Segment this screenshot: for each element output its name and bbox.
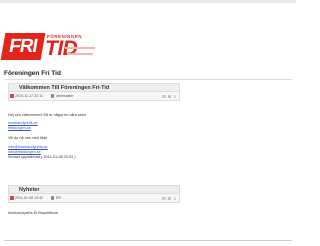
top-bar [0,0,296,3]
link-mail-fritidungen[interactable]: info@fritidungen.se [8,150,41,155]
link-mail-innebandy[interactable]: info@innebandyrelis.se [8,145,48,150]
page-title: Föreningen Fri Tid [4,70,61,77]
post-author: webmaster [56,94,74,98]
post-meta: 2010-11-17 22:11 webmaster ⊟ ✉ ⇩ [8,92,180,101]
post-news: Nyheter 2011-01-08 19:42 ER ⊟ ✉ ⇩ [8,185,180,203]
post-date: 2011-01-08 19:42 [15,196,44,200]
post-title[interactable]: Välkommen Till Föreningen Fri-Tid [19,85,109,91]
news-text: Innebandyrelis Et Bopolitikum [8,211,59,215]
calendar-icon [10,94,14,98]
user-icon [51,196,54,200]
post-tools-icons[interactable]: ⊟ ✉ ⇩ [162,196,177,201]
post-date: 2010-11-17 22:11 [15,94,43,98]
post-tools-icons[interactable]: ⊟ ✉ ⇩ [162,94,177,99]
user-icon [51,94,54,98]
post-title[interactable]: Nyheter [19,187,39,193]
post-author: ER [56,196,61,200]
link-innebandy[interactable]: innebandyrelis.se [8,121,38,126]
post-intro: Hej och välkommen! Ett är något en våra … [8,113,87,117]
divider [4,79,292,80]
post-header: Välkommen Till Föreningen Fri-Tid [8,83,180,92]
post-meta: 2011-01-08 19:42 ER ⊟ ✉ ⇩ [8,194,180,203]
calendar-icon [10,196,14,200]
post-header: Nyheter [8,185,180,194]
updated-text: Senast uppdaterad ( 2011-01-08 20:03 ) [8,155,76,159]
mail-heading: Vill du nå oss med Mail [8,136,47,140]
post-welcome: Välkommen Till Föreningen Fri-Tid 2010-1… [8,83,180,101]
logo-swoosh [67,53,93,55]
link-fritidungen[interactable]: fritidungen.se [8,126,31,131]
site-logo[interactable]: FRI FÖRENINGEN TID [0,33,99,60]
logo-swoosh [65,47,95,49]
logo-fri: FRI [0,33,46,60]
footer-divider [4,240,292,241]
